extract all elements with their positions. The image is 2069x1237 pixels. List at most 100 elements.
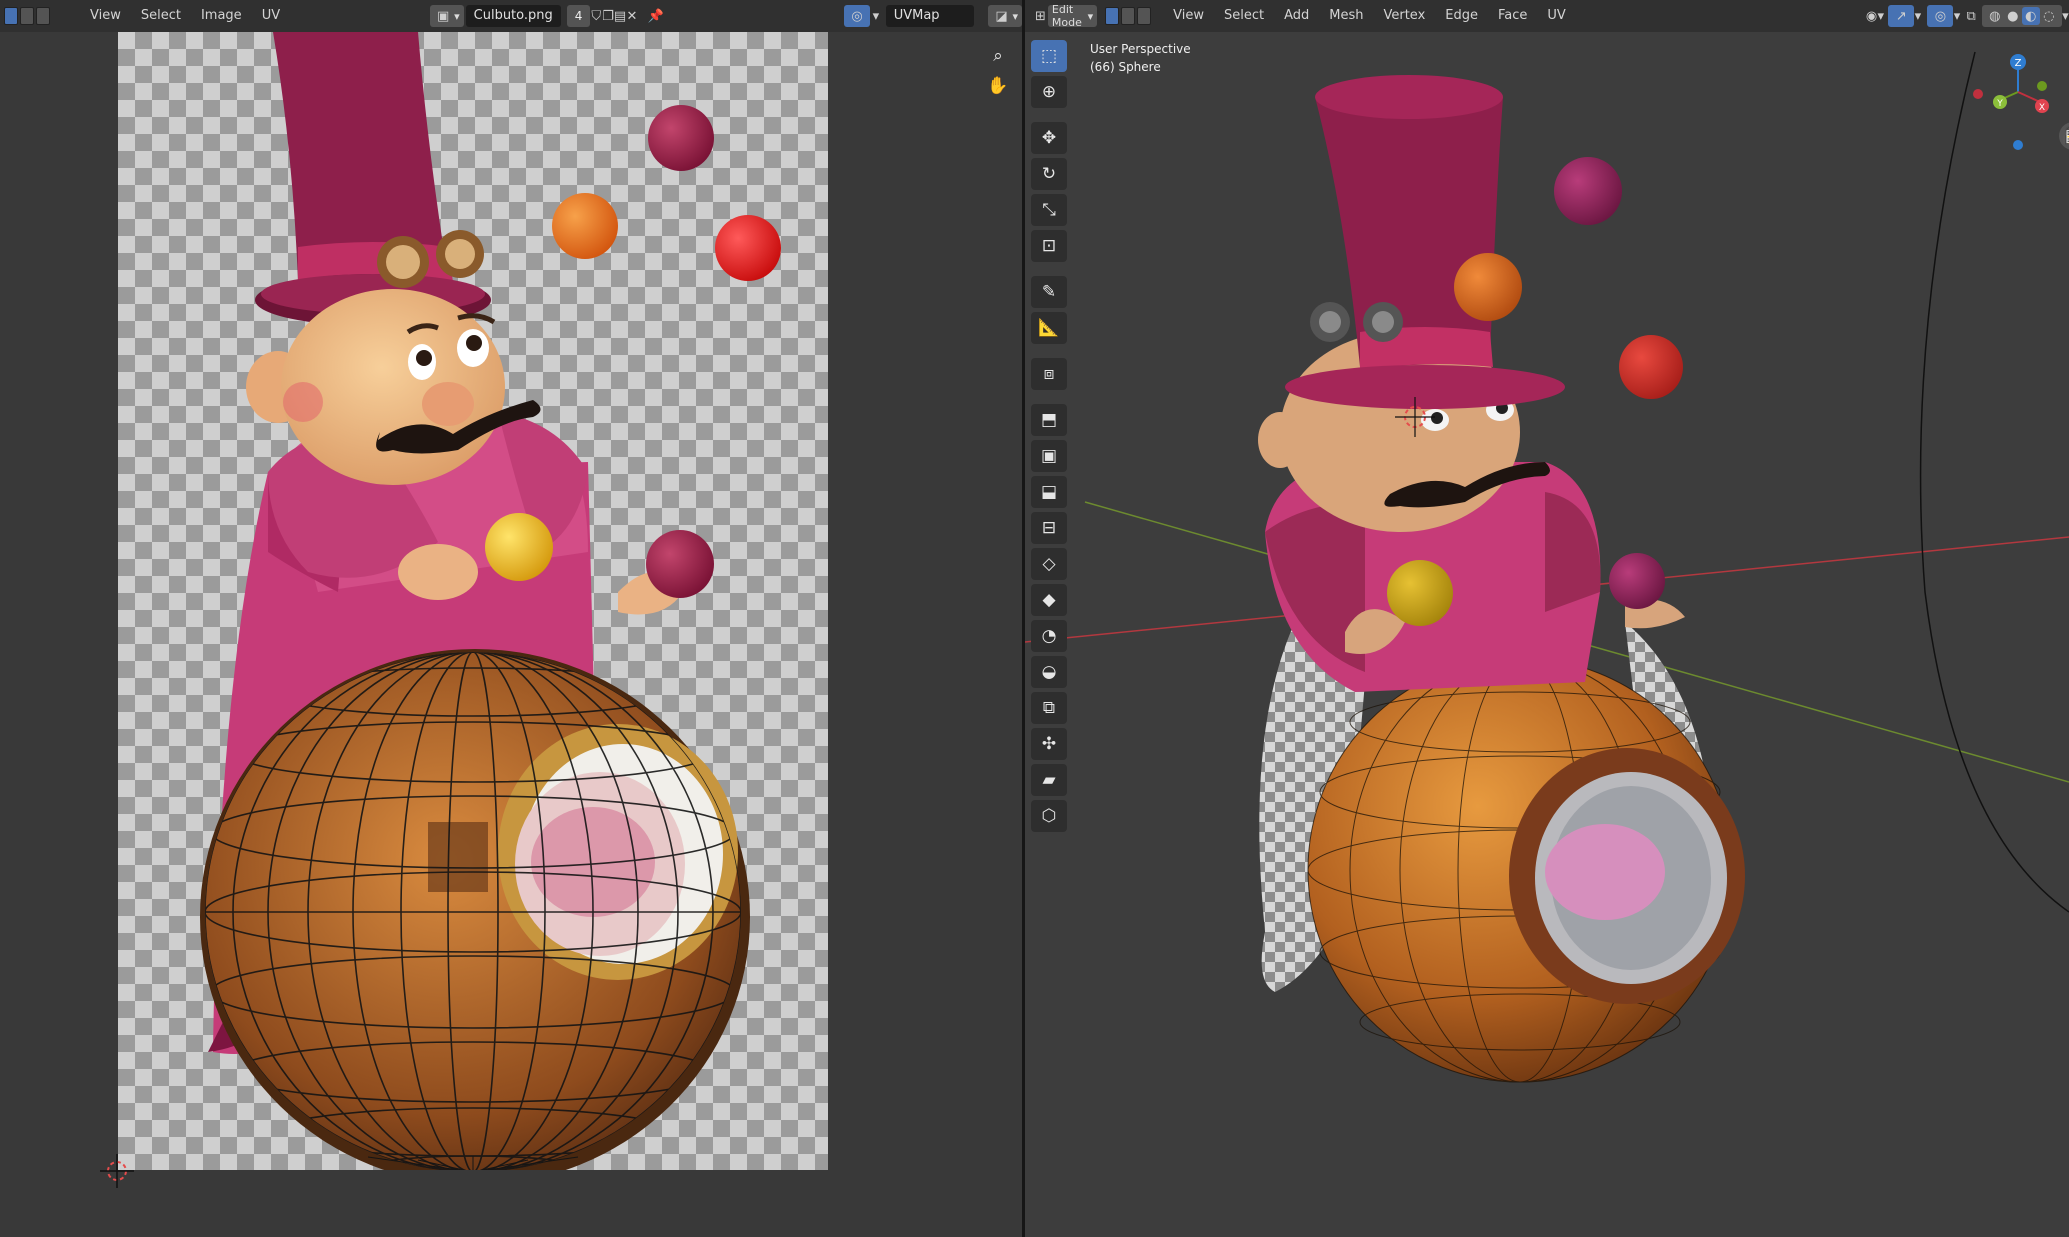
gizmo-z-label: Z xyxy=(2015,58,2022,69)
display-channels-button[interactable]: ◪ ▾ xyxy=(988,5,1022,27)
viewport-info-text: User Perspective (66) Sphere xyxy=(1090,40,1191,76)
knife-tool-icon[interactable]: ◇ xyxy=(1031,548,1067,580)
ball-red xyxy=(715,215,781,281)
material-shading-icon[interactable]: ◐ xyxy=(2021,7,2040,25)
extrude-tool-icon[interactable]: ⬒ xyxy=(1031,404,1067,436)
ball-top-plum xyxy=(648,105,714,171)
shear-tool-icon[interactable]: ▰ xyxy=(1031,764,1067,796)
plum-ball-mesh xyxy=(1609,553,1665,609)
shading-mode-buttons[interactable]: ◍ ● ◐ ◌ xyxy=(1981,5,2062,27)
3d-scene: Z Y X xyxy=(1025,51,2069,1083)
open-image-icon[interactable]: ▤ xyxy=(614,7,626,25)
rendered-shading-icon[interactable]: ◌ xyxy=(2040,7,2058,25)
zoom-icon[interactable]: ⌕ xyxy=(984,42,1012,70)
rotate-tool-icon[interactable]: ↻ xyxy=(1031,158,1067,190)
yellow-ball xyxy=(485,513,553,581)
3d-viewport-area[interactable]: ⊞ Edit Mode ▾ View Select Add Mesh Verte… xyxy=(1025,0,2069,1237)
shrink-fatten-tool-icon[interactable]: ✣ xyxy=(1031,728,1067,760)
annotate-tool-icon[interactable]: ✎ xyxy=(1031,276,1067,308)
viewport-header: ⊞ Edit Mode ▾ View Select Add Mesh Verte… xyxy=(1025,0,2069,32)
uv-image-canvas[interactable] xyxy=(118,32,828,1185)
overlay-toggle-button[interactable]: ◎ xyxy=(1927,5,1954,27)
vertex-select-icon[interactable] xyxy=(4,7,18,25)
gizmo-toggle-button[interactable]: ↗ xyxy=(1888,5,1915,27)
new-image-icon[interactable]: ❐ xyxy=(602,7,614,25)
chevron-down-icon[interactable]: ▾ xyxy=(2062,7,2069,25)
scale-tool-icon[interactable]: ⤡ xyxy=(1031,194,1067,226)
add-cube-tool-icon[interactable]: ⧈ xyxy=(1031,358,1067,390)
uv-map-field[interactable]: UVMap xyxy=(885,5,975,27)
fake-user-shield-icon[interactable]: ⛉ xyxy=(590,7,602,25)
brain-mesh xyxy=(1545,824,1665,920)
gizmo-icon: ↗ xyxy=(1895,8,1907,24)
visibility-eye-icon[interactable]: ◉ xyxy=(1866,7,1877,25)
pan-hand-icon[interactable]: ✋ xyxy=(984,72,1012,100)
transform-tool-icon[interactable]: ⊡ xyxy=(1031,230,1067,262)
xray-icon[interactable]: ⧉ xyxy=(1967,7,1976,25)
vertex-select-icon[interactable] xyxy=(1105,7,1120,25)
editor-type-icon[interactable]: ⊞ xyxy=(1035,7,1046,25)
uv-sync-overlay-button[interactable]: ◎ xyxy=(844,5,870,27)
move-tool-icon[interactable]: ✥ xyxy=(1031,122,1067,154)
image-name-field[interactable]: Culbuto.png xyxy=(465,5,561,27)
edge-slide-tool-icon[interactable]: ⧉ xyxy=(1031,692,1067,724)
overlay-icon: ◎ xyxy=(1934,8,1947,24)
chevron-down-icon: ▾ xyxy=(1012,9,1019,23)
view-name: User Perspective xyxy=(1090,42,1191,56)
inset-tool-icon[interactable]: ▣ xyxy=(1031,440,1067,472)
mesh-select-mode-buttons[interactable] xyxy=(1105,7,1152,25)
menu-view[interactable]: View xyxy=(80,4,131,28)
face-select-icon[interactable] xyxy=(36,7,50,25)
mode-dropdown[interactable]: Edit Mode ▾ xyxy=(1047,3,1098,29)
chevron-down-icon[interactable]: ▾ xyxy=(870,7,882,25)
menu-add[interactable]: Add xyxy=(1274,4,1319,28)
wireframe-shading-icon[interactable]: ◍ xyxy=(1986,7,2004,25)
menu-mesh[interactable]: Mesh xyxy=(1319,4,1373,28)
chevron-down-icon[interactable]: ▾ xyxy=(1877,7,1884,25)
menu-edge[interactable]: Edge xyxy=(1435,4,1488,28)
chevron-down-icon[interactable]: ▾ xyxy=(1914,7,1922,25)
edge-select-icon[interactable] xyxy=(20,7,34,25)
solid-shading-icon[interactable]: ● xyxy=(2004,7,2022,25)
menu-uv[interactable]: UV xyxy=(1537,4,1575,28)
menu-view[interactable]: View xyxy=(1163,4,1214,28)
loop-cut-tool-icon[interactable]: ⊟ xyxy=(1031,512,1067,544)
gizmo-x-label: X xyxy=(2039,103,2045,113)
chevron-down-icon: ▾ xyxy=(1087,9,1094,23)
image-user-count[interactable]: 4 xyxy=(566,5,591,27)
chevron-down-icon[interactable]: ▾ xyxy=(1953,7,1961,25)
blender-window: View Select Image UV ▣ ▾ Culbuto.png 4 ⛉… xyxy=(0,0,2069,1237)
menu-uv[interactable]: UV xyxy=(252,4,290,28)
menu-image[interactable]: Image xyxy=(191,4,252,28)
select-box-tool-icon[interactable]: ⬚ xyxy=(1031,40,1067,72)
rip-tool-icon[interactable]: ⬡ xyxy=(1031,800,1067,832)
menu-select[interactable]: Select xyxy=(131,4,191,28)
uv-editor-header: View Select Image UV ▣ ▾ Culbuto.png 4 ⛉… xyxy=(0,0,1022,32)
measure-tool-icon[interactable]: 📐 xyxy=(1031,312,1067,344)
2d-cursor-icon[interactable] xyxy=(100,1154,134,1188)
smooth-tool-icon[interactable]: ◒ xyxy=(1031,656,1067,688)
poly-build-tool-icon[interactable]: ◆ xyxy=(1031,584,1067,616)
uv-select-mode-buttons[interactable] xyxy=(4,7,50,25)
cursor-tool-icon[interactable]: ⊕ xyxy=(1031,76,1067,108)
mode-label: Edit Mode xyxy=(1051,3,1082,29)
face-select-icon[interactable] xyxy=(1137,7,1152,25)
image-browse-button[interactable]: ▣ ▾ xyxy=(430,5,464,27)
overlay-icon: ◎ xyxy=(851,8,863,24)
ball-orange-mesh xyxy=(1454,253,1522,321)
menu-face[interactable]: Face xyxy=(1488,4,1537,28)
tool-shelf: ⬚ ⊕ ✥ ↻ ⤡ ⊡ ✎ 📐 ⧈ ⬒ ▣ ⬓ ⊟ ◇ ◆ ◔ ◒ ⧉ ✣ ▰ … xyxy=(1031,40,1071,832)
ball-orange xyxy=(552,193,618,259)
menu-vertex[interactable]: Vertex xyxy=(1373,4,1435,28)
active-object-label: (66) Sphere xyxy=(1090,60,1161,74)
navigation-gizmo: Z Y X xyxy=(1973,54,2049,150)
menu-select[interactable]: Select xyxy=(1214,4,1274,28)
spin-tool-icon[interactable]: ◔ xyxy=(1031,620,1067,652)
gizmo-y-label: Y xyxy=(1996,99,2003,109)
edge-select-icon[interactable] xyxy=(1121,7,1136,25)
uv-editor-area: View Select Image UV ▣ ▾ Culbuto.png 4 ⛉… xyxy=(0,0,1022,1237)
chevron-down-icon: ▾ xyxy=(454,9,460,23)
unlink-image-icon[interactable]: ✕ xyxy=(626,7,638,25)
pin-icon[interactable]: 📌 xyxy=(648,7,664,25)
bevel-tool-icon[interactable]: ⬓ xyxy=(1031,476,1067,508)
